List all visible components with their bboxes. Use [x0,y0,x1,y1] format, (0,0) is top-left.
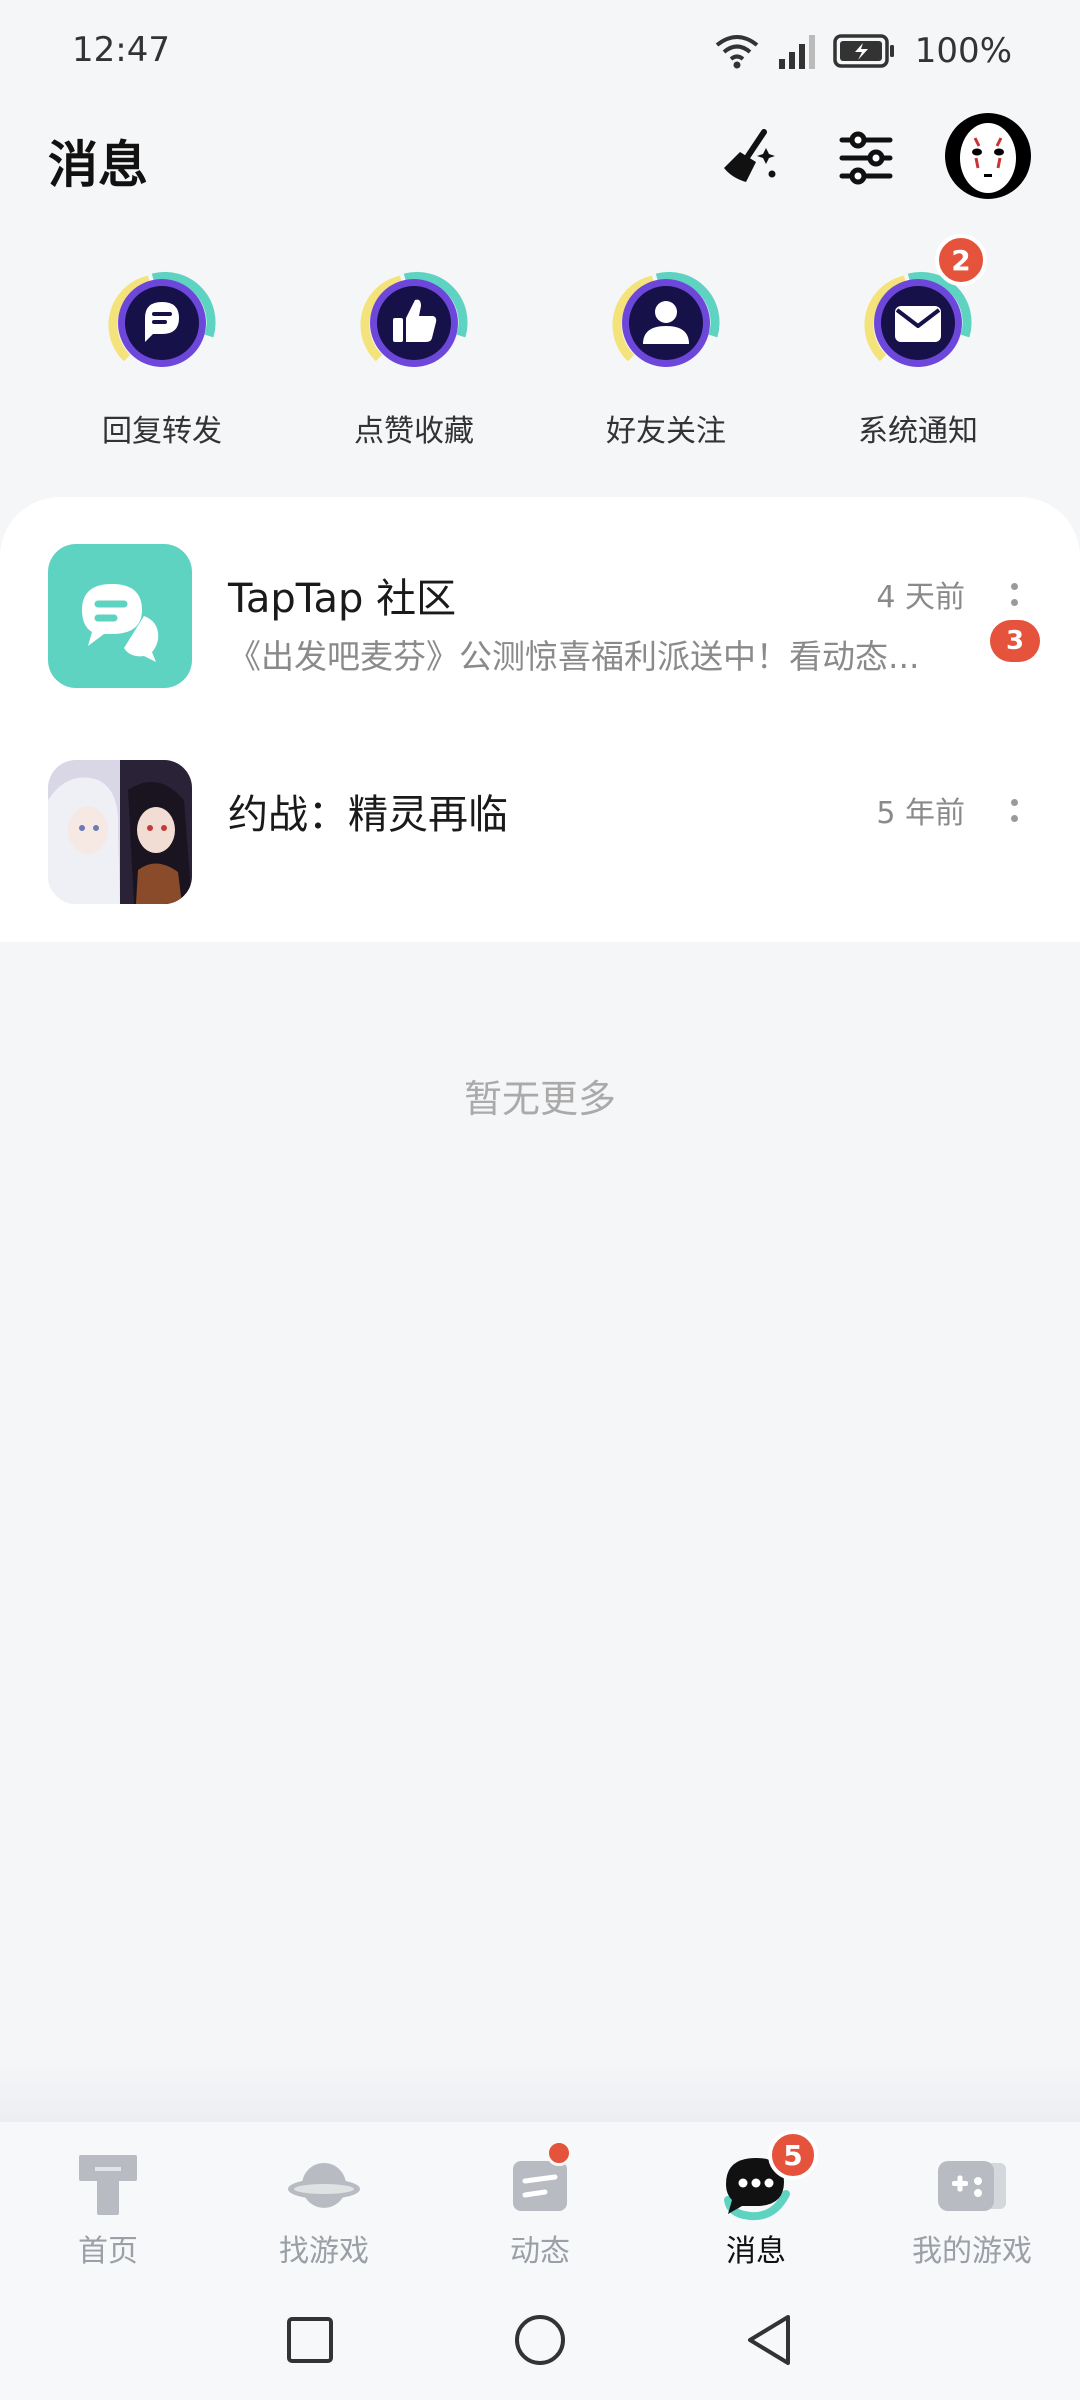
unread-badge: 5 [768,2130,818,2180]
wifi-icon [715,35,759,69]
gamepad-icon [938,2161,1006,2211]
thumbs-up-icon [360,271,468,367]
sliders-icon [839,131,893,185]
nav-icon-wrap [284,2144,364,2224]
planet-icon [288,2163,360,2208]
game-avatar [48,760,192,904]
tab-my-games[interactable]: 我的游戏 [882,2144,1062,2270]
page-title: 消息 [48,136,148,194]
quick-category-row: 回复转发 点赞收藏 好友关注 2 系统通知 [0,234,1080,458]
nav-label: 首页 [78,2234,138,2269]
tab-feed[interactable]: 动态 [450,2140,630,2270]
nav-icon-wrap [932,2144,1012,2224]
dot [1010,582,1018,590]
quick-label: 回复转发 [102,414,222,449]
anime-characters-icon [48,760,192,904]
back-triangle-icon [748,2315,790,2365]
messages-screen: 12:47 100% 消息 回复转发 点赞收藏 好友关注 2 系统通知 TapT… [0,0,1080,2400]
dot [1010,814,1018,822]
tab-home[interactable]: 首页 [18,2144,198,2270]
nav-icon-wrap [68,2144,148,2224]
quick-label: 好友关注 [606,414,726,449]
taptap-community-avatar [48,544,192,688]
recent-apps-button[interactable] [270,2300,350,2380]
settings-button[interactable] [824,116,908,200]
conversation-name: TapTap 社区 [228,576,457,622]
quick-icon-wrap: 2 [853,234,987,388]
clear-unread-button[interactable] [706,116,790,200]
battery-percent: 100% [914,31,1012,71]
notification-badge: 2 [935,234,987,286]
chat-bubble-icon [108,271,216,367]
nav-icon-wrap [500,2140,580,2224]
dot [1010,598,1018,606]
more-options-button[interactable] [996,790,1032,830]
list-item-taptap-community[interactable]: TapTap 社区 4 天前 《出发吧麦芬》公测惊喜福利派送中！看动态... 3 [0,544,1080,724]
cellular-signal-icon [778,35,815,69]
status-time: 12:47 [72,30,170,70]
list-item-date-a-live[interactable]: 约战：精灵再临 5 年前 [0,760,1080,940]
chat-bubbles-icon [82,584,159,662]
quick-icon-wrap [349,258,479,388]
nav-label: 动态 [510,2234,570,2269]
conversation-time: 4 天前 [876,580,965,615]
quick-friends-follows[interactable]: 好友关注 [556,258,776,450]
tab-find-games[interactable]: 找游戏 [234,2144,414,2270]
nav-label: 我的游戏 [912,2234,1032,2269]
bottom-shadow [0,2060,1080,2122]
quick-likes-favorites[interactable]: 点赞收藏 [304,258,524,450]
nav-label: 找游戏 [279,2234,369,2269]
system-nav-bar [0,2280,1080,2400]
home-icon [79,2155,137,2215]
nav-label: 消息 [726,2234,786,2269]
avatar [945,113,1031,199]
new-dot-badge [546,2140,572,2166]
quick-label: 系统通知 [858,414,978,449]
square-icon [287,2317,333,2363]
empty-list-text: 暂无更多 [463,1077,616,1121]
home-button[interactable] [500,2300,580,2380]
quick-icon-wrap [97,258,227,388]
circle-icon [515,2315,565,2365]
conversation-list: TapTap 社区 4 天前 《出发吧麦芬》公测惊喜福利派送中！看动态... 3 [0,497,1080,942]
conversation-name: 约战：精灵再临 [228,792,508,838]
bottom-nav: 首页 找游戏 动态 5 消息 我的游戏 [0,2122,1080,2280]
unread-badge: 3 [990,620,1040,662]
conversation-time: 5 年前 [876,796,965,831]
tab-messages[interactable]: 5 消息 [666,2130,846,2270]
profile-avatar-button[interactable] [944,112,1032,200]
person-icon [612,271,720,367]
quick-replies-forwards[interactable]: 回复转发 [52,258,272,450]
status-icons: 100% [713,28,1012,74]
more-options-button[interactable] [996,574,1032,614]
quick-label: 点赞收藏 [354,414,474,449]
conversation-preview: 《出发吧麦芬》公测惊喜福利派送中！看动态... [228,637,920,676]
dot [1010,798,1018,806]
battery-icon [833,34,894,68]
status-bar: 12:47 100% [0,0,1080,100]
quick-icon-wrap [601,258,731,388]
quick-system-notifications[interactable]: 2 系统通知 [808,234,1028,450]
broom-icon [724,129,776,182]
back-button[interactable] [730,2300,810,2380]
header: 消息 [0,100,1080,215]
nav-icon-wrap: 5 [716,2130,818,2224]
